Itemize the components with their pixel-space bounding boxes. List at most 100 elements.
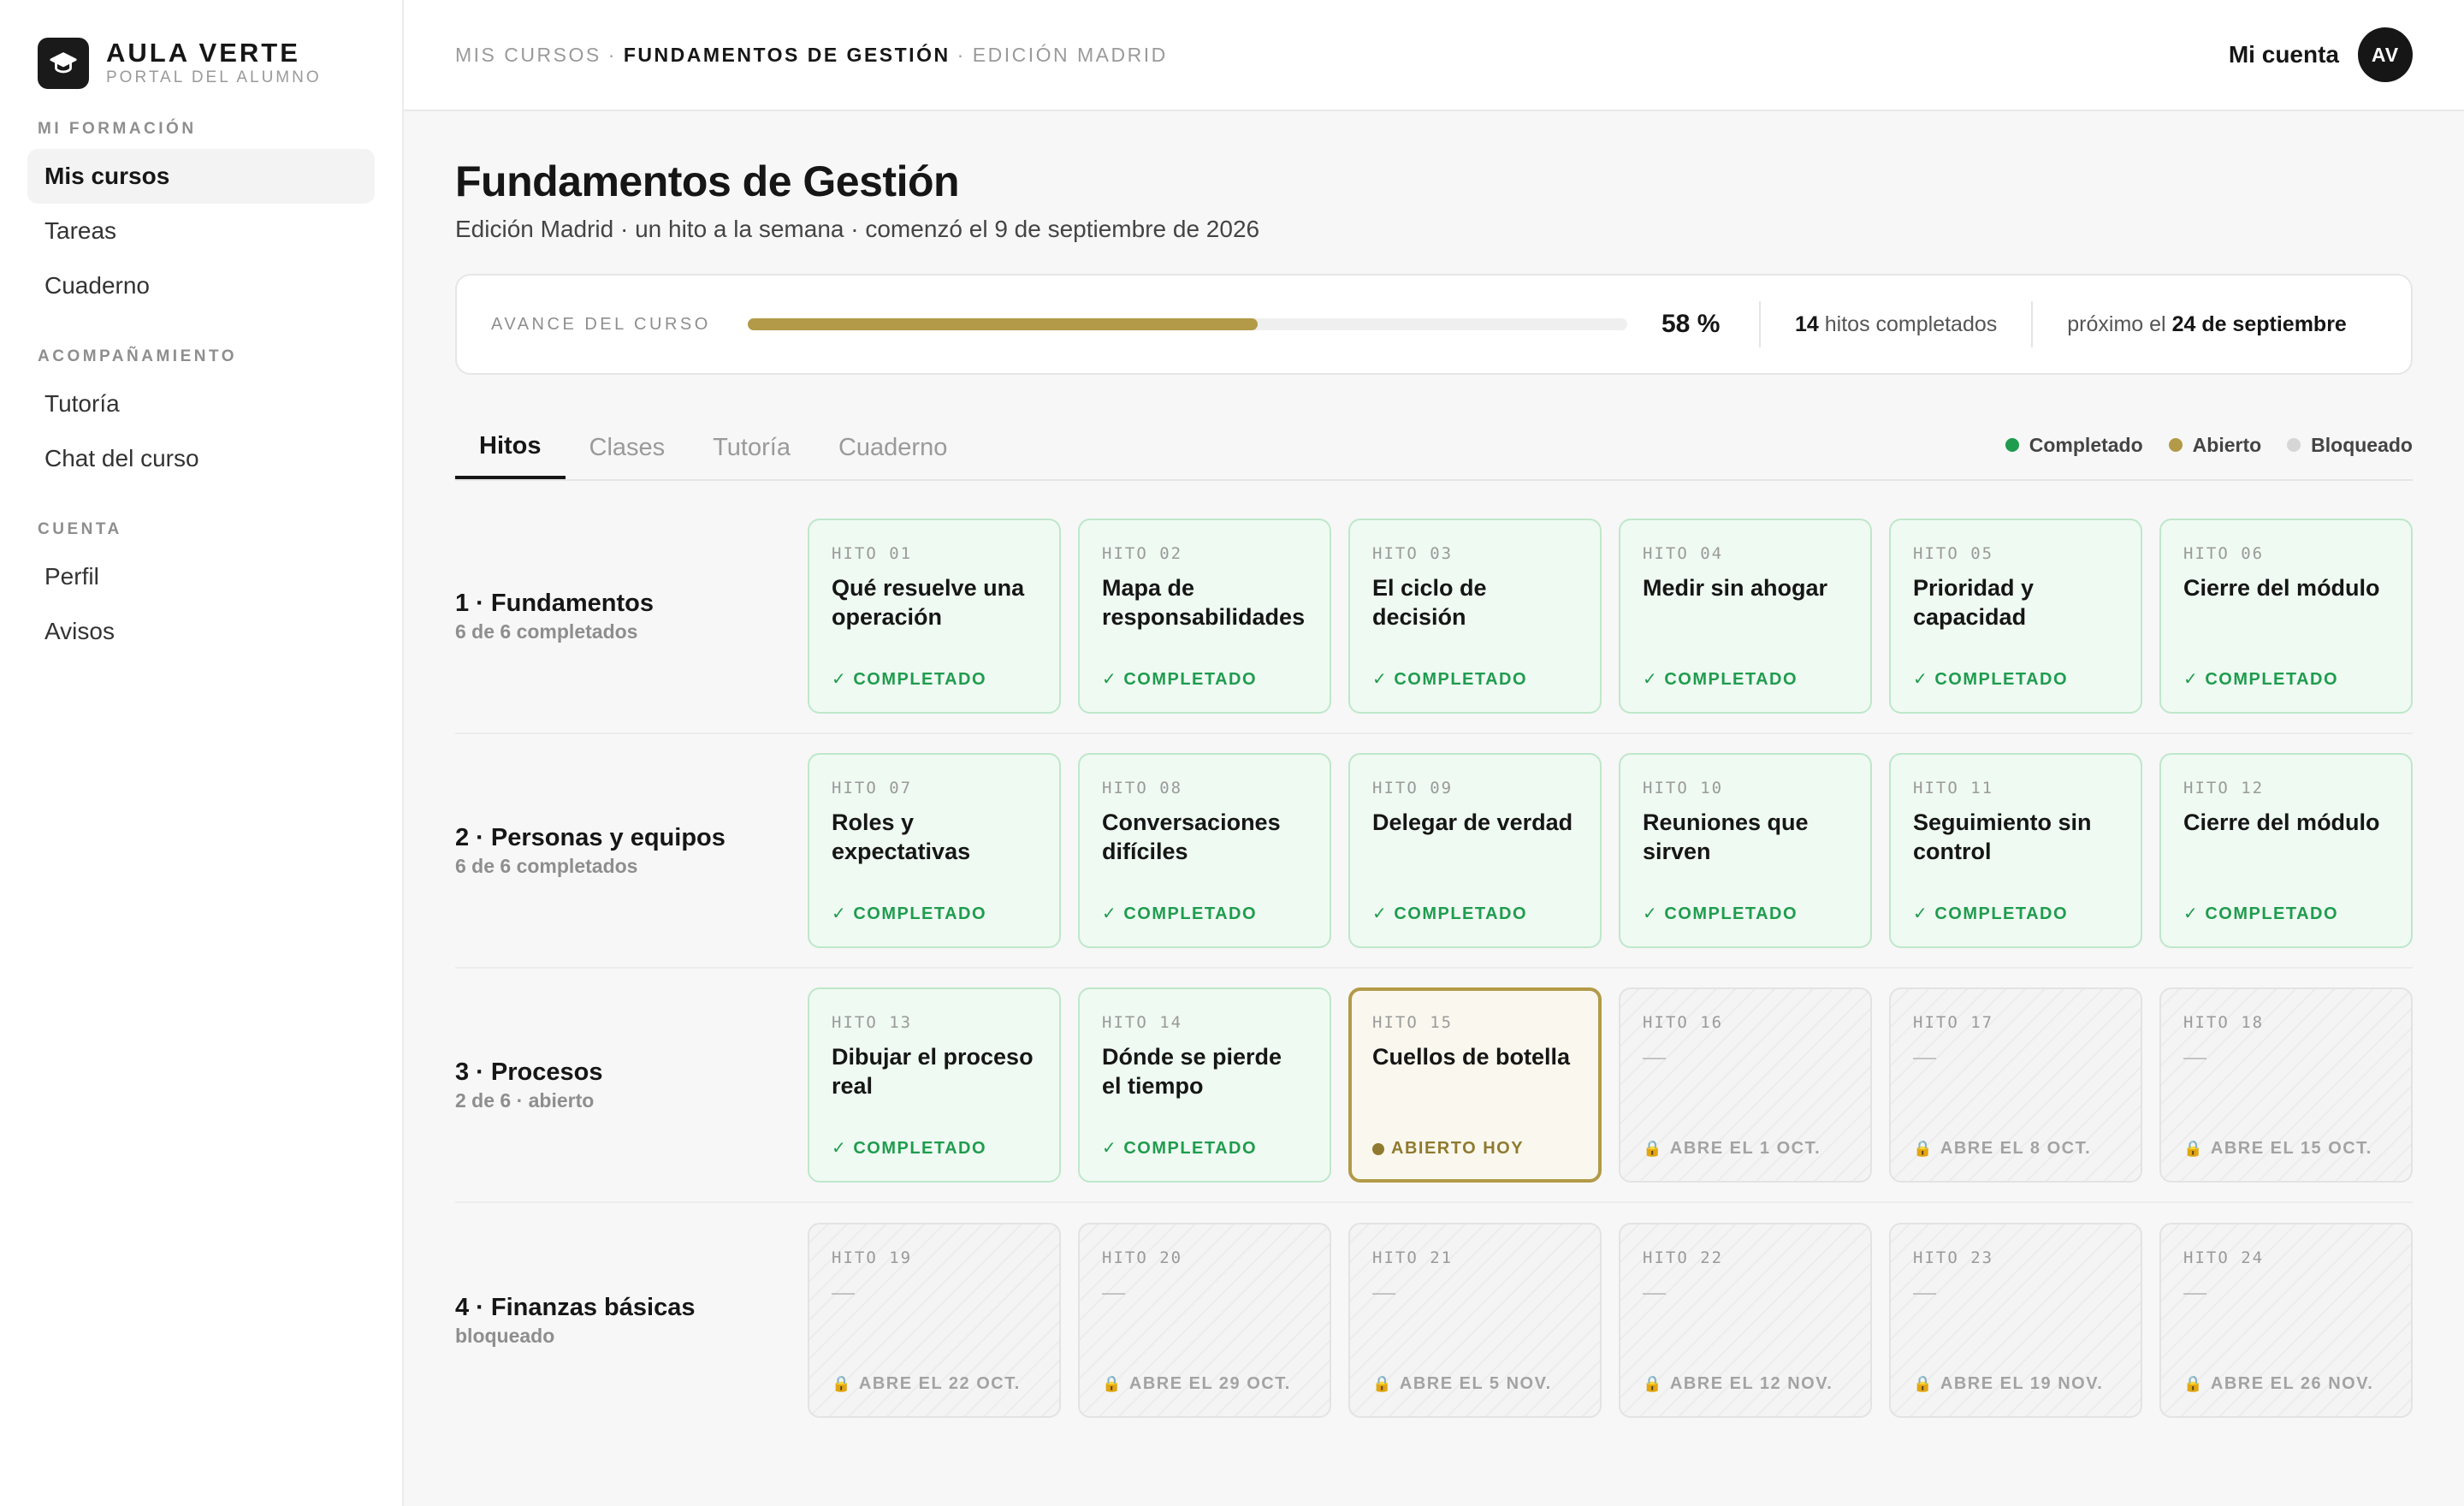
milestone-status: ✓ COMPLETADO: [1102, 903, 1257, 924]
breadcrumb-separator: ·: [957, 43, 966, 66]
milestone-card-completed[interactable]: HITO 02 Mapa de responsabilidades ✓ COMPLE…: [1078, 519, 1331, 714]
breadcrumb-item-current[interactable]: FUNDAMENTOS DE GESTIÓN: [624, 44, 951, 66]
milestone-card-completed[interactable]: HITO 03 El ciclo de decisión ✓ COMPLETADO: [1348, 519, 1602, 714]
sidebar-item-perfil[interactable]: Perfil: [27, 549, 375, 604]
legend-dot: [2168, 438, 2183, 452]
sidebar-item-tutoria[interactable]: Tutoría: [27, 376, 375, 431]
milestone-card-completed[interactable]: HITO 14 Dónde se pierde el tiempo ✓ COMPLE…: [1078, 987, 1331, 1183]
legend-dot: [2287, 438, 2301, 452]
divider: [2031, 301, 2034, 347]
module-list: 1 · Fundamentos 6 de 6 completados HITO 01…: [455, 500, 2413, 1438]
lock-icon: 🔒: [2183, 1375, 2204, 1392]
milestone-status: ✓ COMPLETADO: [1102, 668, 1257, 690]
milestone-status-label: ✓ COMPLETADO: [832, 1139, 987, 1158]
milestone-status: 🔒 ABRE EL 29 OCT.: [1102, 1374, 1291, 1394]
milestone-status-label: ✓ COMPLETADO: [1913, 670, 2069, 689]
milestone-card-completed[interactable]: HITO 11 Seguimiento sin control ✓ COMPLETA…: [1889, 753, 2142, 948]
milestone-number: HITO 10: [1643, 779, 1724, 797]
sidebar-item-avisos[interactable]: Avisos: [27, 604, 375, 659]
milestone-card-completed[interactable]: HITO 09 Delegar de verdad ✓ COMPLETADO: [1348, 753, 1602, 948]
sidebar-item-chat[interactable]: Chat del curso: [27, 431, 375, 486]
milestone-card-locked: HITO 17 — 🔒 ABRE EL 8 OCT.: [1889, 987, 2142, 1183]
milestone-card-completed[interactable]: HITO 10 Reuniones que sirven ✓ COMPLETADO: [1619, 753, 1872, 948]
milestone-card-completed[interactable]: HITO 07 Roles y expectativas ✓ COMPLETADO: [808, 753, 1061, 948]
milestone-card-completed[interactable]: HITO 01 Qué resuelve una operación ✓ COMPL…: [808, 519, 1061, 714]
milestone-number: HITO 14: [1102, 1013, 1183, 1032]
lock-icon: 🔒: [1643, 1140, 1663, 1157]
lock-icon: 🔒: [2183, 1140, 2204, 1157]
milestone-cards: HITO 07 Roles y expectativas ✓ COMPLETADO H…: [808, 753, 2413, 948]
milestone-title: Dónde se pierde el tiempo: [1102, 1044, 1282, 1099]
legend-dot: [2005, 438, 2019, 452]
milestone-number: HITO 21: [1372, 1248, 1454, 1267]
milestone-number: HITO 16: [1643, 1013, 1724, 1032]
milestone-title: Qué resuelve una operación: [832, 575, 1025, 630]
milestone-card-open[interactable]: HITO 15 Cuellos de botella ABIERTO HOY: [1348, 987, 1602, 1183]
milestone-status-label: ABRE EL 22 OCT.: [858, 1374, 1021, 1393]
lock-icon: 🔒: [1913, 1140, 1934, 1157]
tab-hitos[interactable]: Hitos: [455, 416, 566, 479]
brand[interactable]: AULA VERTE PORTAL DEL ALUMNO: [38, 38, 375, 89]
milestone-status-label: ✓ COMPLETADO: [1643, 904, 1798, 923]
nav-section-title: ACOMPAÑAMIENTO: [38, 347, 238, 365]
tab-tutoria[interactable]: Tutoría: [689, 416, 814, 479]
module-title: 3 · Procesos: [455, 1058, 603, 1086]
milestone-title: —: [1913, 1044, 1936, 1070]
module-status: 2 de 6 · abierto: [455, 1089, 595, 1112]
breadcrumb-item[interactable]: MIS CURSOS: [455, 44, 601, 66]
milestone-card-completed[interactable]: HITO 04 Medir sin ahogar ✓ COMPLETADO: [1619, 519, 1872, 714]
milestone-status: ✓ COMPLETADO: [1643, 903, 1798, 924]
milestone-number: HITO 05: [1913, 544, 1994, 563]
sidebar-item-tareas[interactable]: Tareas: [27, 204, 375, 258]
milestone-status-label: ✓ COMPLETADO: [1102, 670, 1258, 689]
milestone-card-completed[interactable]: HITO 05 Prioridad y capacidad ✓ COMPLETADO: [1889, 519, 2142, 714]
milestone-status-label: ✓ COMPLETADO: [1372, 670, 1528, 689]
milestone-card-completed[interactable]: HITO 13 Dibujar el proceso real ✓ COMPLETA…: [808, 987, 1061, 1183]
milestone-title: —: [1643, 1044, 1666, 1070]
milestone-title: —: [1913, 1279, 1936, 1305]
milestone-card-completed[interactable]: HITO 08 Conversaciones difíciles ✓ COMPLET…: [1078, 753, 1331, 948]
progress-percent: 58 %: [1661, 310, 1721, 338]
milestone-title: El ciclo de decisión: [1372, 575, 1487, 630]
milestone-status-label: ✓ COMPLETADO: [2183, 904, 2339, 923]
milestone-number: HITO 12: [2183, 779, 2265, 797]
milestone-number: HITO 09: [1372, 779, 1454, 797]
progress-bar-fill: [748, 318, 1259, 330]
milestone-number: HITO 11: [1913, 779, 1994, 797]
milestone-card-completed[interactable]: HITO 12 Cierre del módulo ✓ COMPLETADO: [2159, 753, 2413, 948]
nav-section-title: MI FORMACIÓN: [38, 120, 197, 138]
milestone-title: Cierre del módulo: [2183, 575, 2380, 601]
milestone-title: Prioridad y capacidad: [1913, 575, 2035, 630]
milestone-status-label: ABRE EL 8 OCT.: [1940, 1139, 2092, 1158]
milestone-card-completed[interactable]: HITO 06 Cierre del módulo ✓ COMPLETADO: [2159, 519, 2413, 714]
milestone-number: HITO 06: [2183, 544, 2265, 563]
milestone-status: 🔒 ABRE EL 5 NOV.: [1372, 1374, 1552, 1394]
sidebar: AULA VERTE PORTAL DEL ALUMNO MI FORMACIÓ…: [0, 0, 404, 1506]
milestone-number: HITO 07: [832, 779, 913, 797]
divider: [1759, 301, 1761, 347]
completed-count-value: 14: [1795, 311, 1819, 336]
milestone-number: HITO 01: [832, 544, 913, 563]
legend-label: Abierto: [2192, 433, 2262, 456]
milestone-status: 🔒 ABRE EL 15 OCT.: [2183, 1139, 2372, 1159]
milestone-title: Conversaciones difíciles: [1102, 809, 1281, 864]
milestone-card-locked: HITO 20 — 🔒 ABRE EL 29 OCT.: [1078, 1223, 1331, 1418]
avatar[interactable]: AV: [2358, 27, 2413, 82]
tab-cuaderno[interactable]: Cuaderno: [814, 416, 971, 479]
account-menu[interactable]: Mi cuenta AV: [2229, 27, 2413, 82]
milestone-number: HITO 17: [1913, 1013, 1994, 1032]
brand-title: AULA VERTE: [106, 38, 300, 68]
milestone-status-label: ABRE EL 5 NOV.: [1399, 1374, 1552, 1393]
milestone-title: Cierre del módulo: [2183, 809, 2380, 835]
milestone-title: —: [2183, 1044, 2206, 1070]
module-status: bloqueado: [455, 1325, 555, 1347]
milestone-number: HITO 15: [1372, 1013, 1454, 1032]
tab-clases[interactable]: Clases: [566, 416, 690, 479]
sidebar-item-mis-cursos[interactable]: Mis cursos: [27, 149, 375, 204]
breadcrumb-item[interactable]: EDICIÓN MADRID: [973, 44, 1168, 66]
milestone-number: HITO 20: [1102, 1248, 1183, 1267]
sidebar-item-cuaderno[interactable]: Cuaderno: [27, 258, 375, 313]
account-label[interactable]: Mi cuenta: [2229, 41, 2339, 68]
milestone-status: ✓ COMPLETADO: [832, 1137, 986, 1159]
module-title: 1 · Fundamentos: [455, 590, 654, 617]
